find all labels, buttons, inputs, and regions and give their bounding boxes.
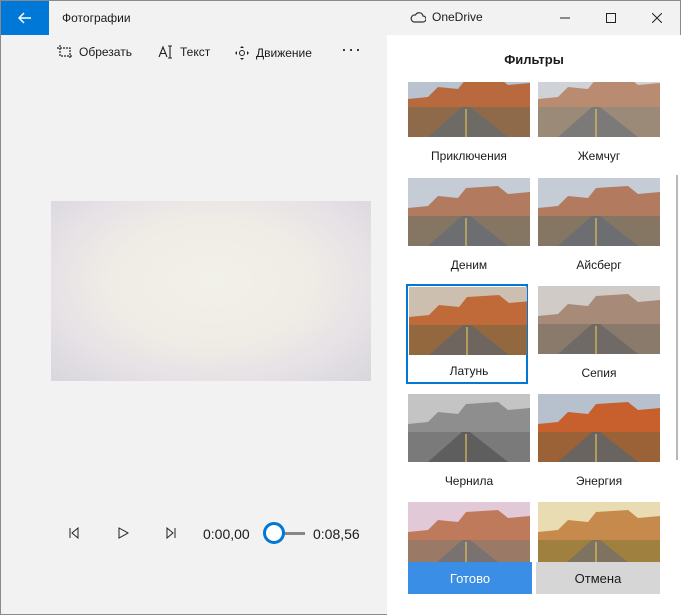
app-title: Фотографии bbox=[62, 11, 131, 25]
filter-label: Латунь bbox=[449, 364, 489, 378]
maximize-button[interactable] bbox=[588, 1, 634, 35]
text-label: Текст bbox=[180, 45, 211, 59]
video-preview bbox=[51, 201, 371, 381]
crop-icon bbox=[57, 45, 73, 59]
filter-tile[interactable]: Сепия bbox=[538, 286, 660, 390]
filter-tile[interactable]: Чернила bbox=[408, 394, 530, 498]
filter-tile[interactable]: Приключения bbox=[408, 82, 530, 173]
step-forward-icon bbox=[166, 527, 176, 539]
filter-thumbnail bbox=[538, 82, 660, 137]
filters-scrollbar[interactable] bbox=[676, 175, 678, 460]
text-icon bbox=[158, 45, 172, 59]
previous-frame-button[interactable] bbox=[65, 524, 83, 542]
filter-thumbnail bbox=[538, 178, 660, 246]
maximize-icon bbox=[606, 13, 616, 23]
filter-thumbnail bbox=[408, 82, 530, 137]
playback-controls: 0:00,00 0:08,56 bbox=[1, 516, 387, 550]
filter-thumbnail bbox=[408, 178, 530, 246]
filters-panel: Фильтры Приключения Жемчуг Деним Айсберг Лат… bbox=[387, 35, 681, 615]
filter-tile[interactable]: Латунь bbox=[406, 284, 528, 384]
end-time: 0:08,56 bbox=[313, 526, 360, 542]
minimize-button[interactable] bbox=[542, 1, 588, 35]
motion-label: Движение bbox=[256, 46, 312, 60]
timeline-thumb[interactable] bbox=[263, 522, 285, 544]
filter-label: Сепия bbox=[581, 366, 617, 380]
back-button[interactable] bbox=[1, 1, 49, 35]
filter-thumbnail bbox=[408, 502, 530, 562]
photos-window: Фотографии OneDrive Обрезать Текст Движе… bbox=[0, 0, 681, 615]
cancel-button[interactable]: Отмена bbox=[536, 562, 660, 594]
filter-tile[interactable]: Энергия bbox=[538, 394, 660, 498]
crop-button[interactable]: Обрезать bbox=[57, 45, 132, 59]
close-button[interactable] bbox=[634, 1, 680, 35]
filter-label: Чернила bbox=[444, 474, 494, 488]
done-button[interactable]: Готово bbox=[408, 562, 532, 594]
filter-label: Айсберг bbox=[576, 258, 622, 272]
step-back-icon bbox=[69, 527, 79, 539]
filters-grid: Приключения Жемчуг Деним Айсберг Латунь Сепия… bbox=[387, 82, 681, 562]
crop-label: Обрезать bbox=[79, 45, 132, 59]
play-icon bbox=[118, 527, 129, 539]
filter-thumbnail bbox=[409, 287, 527, 355]
filter-label: Приключения bbox=[431, 149, 507, 163]
play-button[interactable] bbox=[114, 524, 132, 542]
title-bar: Фотографии OneDrive bbox=[1, 1, 680, 35]
filter-label: Деним bbox=[450, 258, 488, 272]
filter-tile[interactable] bbox=[408, 502, 530, 562]
cloud-icon bbox=[410, 11, 426, 23]
filter-tile[interactable]: Жемчуг bbox=[538, 82, 660, 173]
edit-toolbar: Обрезать Текст Движение ··· bbox=[1, 35, 387, 73]
filters-title: Фильтры bbox=[504, 52, 564, 67]
next-frame-button[interactable] bbox=[162, 524, 180, 542]
current-time: 0:00,00 bbox=[203, 526, 250, 542]
filter-tile[interactable]: Айсберг bbox=[538, 178, 660, 282]
motion-button[interactable]: Движение bbox=[234, 45, 312, 61]
minimize-icon bbox=[560, 17, 570, 19]
more-button[interactable]: ··· bbox=[341, 39, 362, 60]
motion-icon bbox=[235, 46, 249, 60]
filter-thumbnail bbox=[538, 394, 660, 462]
filter-label: Жемчуг bbox=[577, 149, 621, 163]
onedrive-button[interactable]: OneDrive bbox=[410, 10, 483, 24]
filter-tile[interactable] bbox=[538, 502, 660, 562]
filter-thumbnail bbox=[538, 286, 660, 354]
filter-thumbnail bbox=[408, 394, 530, 462]
arrow-left-icon bbox=[18, 12, 31, 24]
text-button[interactable]: Текст bbox=[158, 45, 210, 59]
close-icon bbox=[652, 13, 662, 23]
filter-tile[interactable]: Деним bbox=[408, 178, 530, 282]
filter-thumbnail bbox=[538, 502, 660, 562]
onedrive-label: OneDrive bbox=[432, 10, 483, 24]
filter-label: Энергия bbox=[575, 474, 623, 488]
